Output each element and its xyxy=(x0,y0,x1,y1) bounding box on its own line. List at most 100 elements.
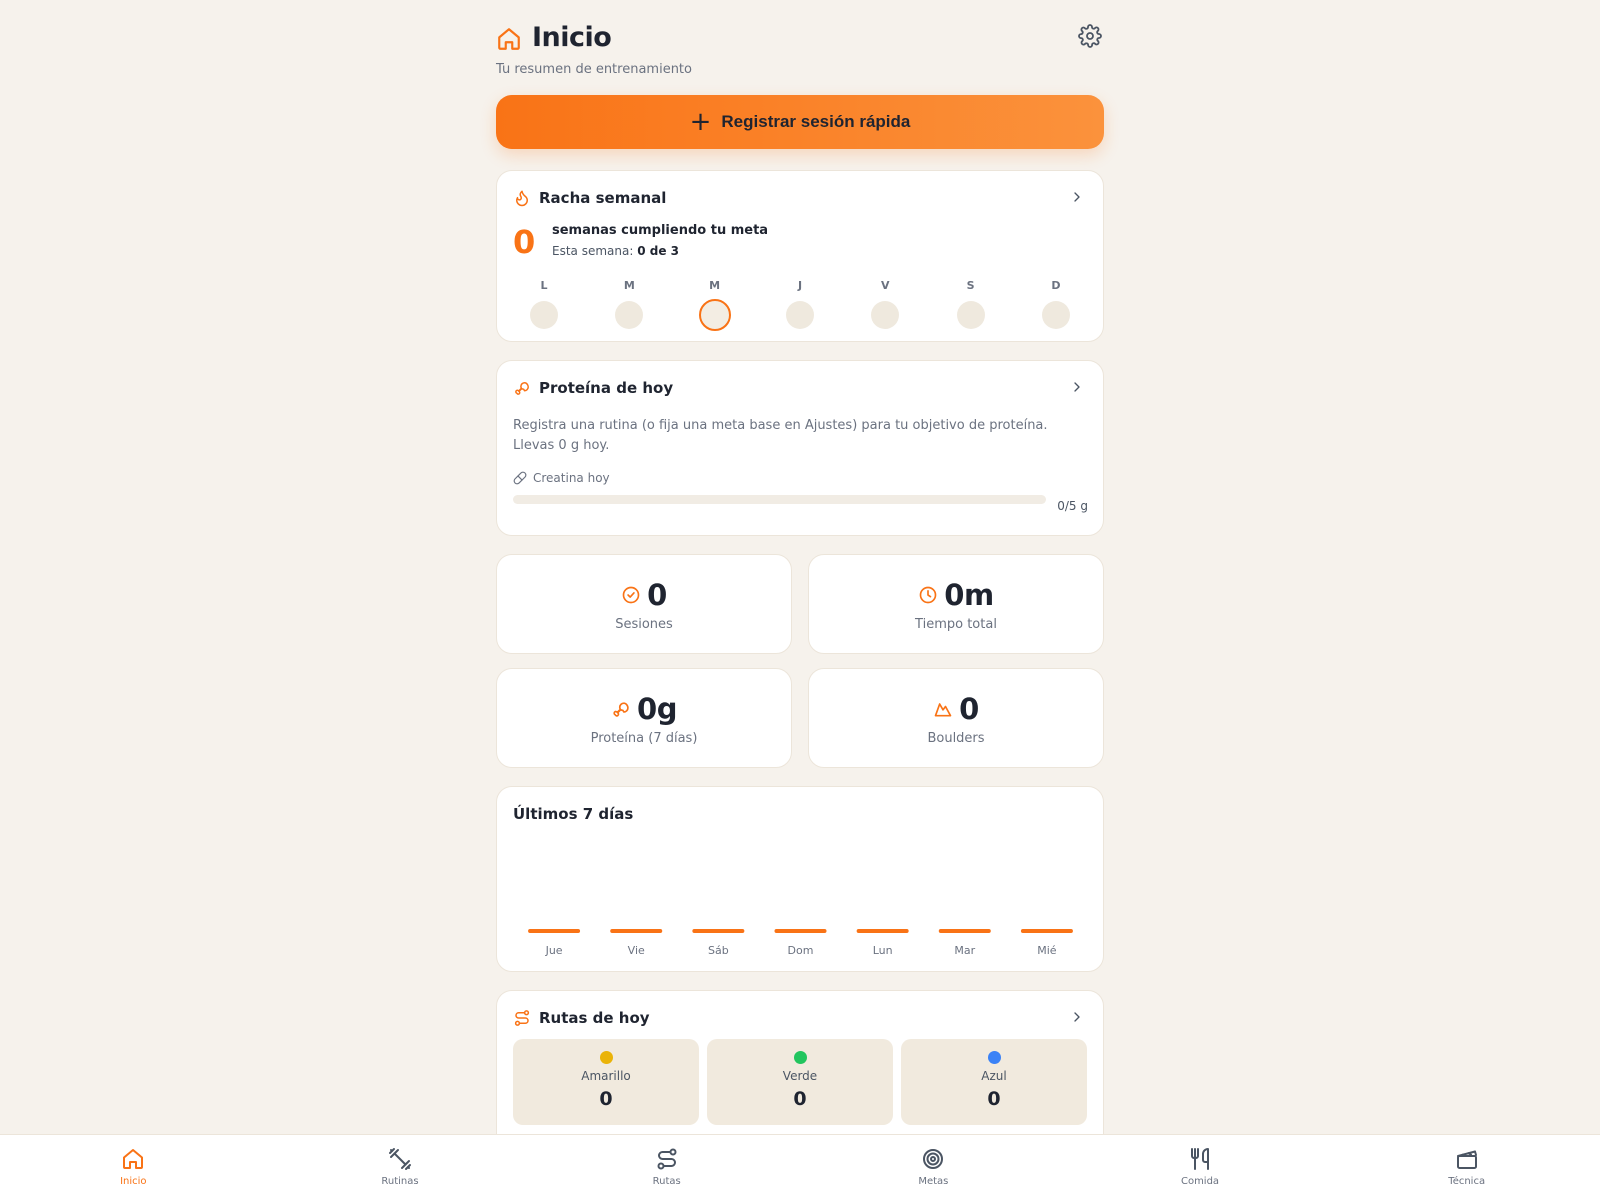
nav-item-rutas[interactable]: Rutas xyxy=(533,1135,800,1200)
clock-icon xyxy=(919,586,937,604)
weekday-3: J xyxy=(783,279,817,331)
route-blue[interactable]: Azul 0 xyxy=(901,1039,1087,1125)
route-count: 0 xyxy=(599,1088,613,1110)
nav-label: Técnica xyxy=(1448,1176,1486,1187)
boulders-label: Boulders xyxy=(927,731,985,746)
chart-tick-label: Jue xyxy=(545,944,563,957)
weekday-circle xyxy=(530,301,558,329)
streak-title: Racha semanal xyxy=(513,189,666,207)
streak-count: 0 xyxy=(513,223,536,261)
streak-week-value: 0 de 3 xyxy=(637,244,680,258)
route-name: Azul xyxy=(981,1069,1007,1083)
weekly-streak-card[interactable]: Racha semanal 0 semanas cumpliendo tu me… xyxy=(496,170,1104,342)
creatine-value: 0/5 g xyxy=(1057,499,1088,513)
page-header: Inicio Tu resumen de entrenamiento xyxy=(496,0,1104,90)
chevron-right-icon[interactable] xyxy=(1069,1009,1085,1025)
weekday-label: M xyxy=(709,279,721,292)
sessions-label: Sesiones xyxy=(615,617,673,632)
protein-description: Registra una rutina (o fija una meta bas… xyxy=(513,418,1048,453)
nav-item-metas[interactable]: Metas xyxy=(800,1135,1067,1200)
nav-label: Comida xyxy=(1180,1176,1220,1187)
nav-item-rutinas[interactable]: Rutinas xyxy=(267,1135,534,1200)
weekday-circles: LMMJVSD xyxy=(513,279,1087,331)
flame-icon xyxy=(516,190,528,207)
protein-today-card[interactable]: Proteína de hoy Registra una rutina (o f… xyxy=(496,360,1104,536)
route-count: 0 xyxy=(987,1088,1001,1110)
route-color-dot xyxy=(599,1051,613,1064)
gear-icon[interactable] xyxy=(1078,24,1102,48)
streak-week-progress: Esta semana: 0 de 3 xyxy=(552,244,679,258)
creatine-progress-bar xyxy=(513,495,1046,504)
protein-stat-card: 0g Proteína (7 días) xyxy=(496,668,792,768)
check-circle-icon xyxy=(622,586,640,604)
pill-icon xyxy=(513,471,527,485)
total-time-stat-card: 0m Tiempo total xyxy=(808,554,1104,654)
protein-week-value: 0g xyxy=(637,692,677,726)
chart-bar-0 xyxy=(528,929,581,933)
weekday-circle-today xyxy=(698,299,731,331)
last-7-days-card: Últimos 7 días Jue Vie Sáb Dom Lun Mar Mié xyxy=(496,786,1104,972)
routes-today-card[interactable]: Rutas de hoy Amarillo 0 Verde 0 Azul 0 xyxy=(496,990,1104,1150)
nav-item-tecnica[interactable]: Técnica xyxy=(1333,1135,1600,1200)
routes-title-label: Rutas de hoy xyxy=(539,1009,650,1027)
total-time-label: Tiempo total xyxy=(915,617,997,632)
chart-tick-label: Sáb xyxy=(708,944,729,957)
chart-bar-3 xyxy=(774,929,827,933)
protein-title: Proteína de hoy xyxy=(513,379,673,397)
weekday-label: D xyxy=(1051,279,1061,292)
boulders-stat-card: 0 Boulders xyxy=(808,668,1104,768)
chart-title: Últimos 7 días xyxy=(513,805,634,823)
chart-bar-6 xyxy=(1020,929,1073,933)
route-color-dot xyxy=(987,1051,1001,1064)
weekday-1: M xyxy=(612,279,646,331)
weekday-label: S xyxy=(966,279,975,292)
chart-tick-label: Mié xyxy=(1037,944,1057,957)
streak-title-label: Racha semanal xyxy=(539,189,667,207)
chevron-right-icon[interactable] xyxy=(1069,189,1085,205)
nav-label: Inicio xyxy=(120,1176,147,1187)
drumstick-icon xyxy=(515,382,529,395)
creatine-label: Creatina hoy xyxy=(533,471,610,485)
nav-item-comida[interactable]: Comida xyxy=(1067,1135,1334,1200)
nav-label: Metas xyxy=(918,1176,949,1187)
home-page: Inicio Tu resumen de entrenamiento + Reg… xyxy=(496,0,1104,1150)
boulders-value: 0 xyxy=(959,692,979,726)
route-name: Verde xyxy=(782,1069,818,1083)
bottom-navigation: Inicio Rutinas Rutas Metas Comida Técnic… xyxy=(0,1134,1600,1200)
weekday-circle xyxy=(615,301,644,329)
weekday-4: V xyxy=(868,279,902,331)
clapperboard-icon xyxy=(1456,1150,1477,1169)
home-icon xyxy=(123,1149,144,1169)
weekday-circle xyxy=(1041,301,1070,329)
route-icon xyxy=(657,1148,677,1170)
quick-session-label: Registrar sesión rápida xyxy=(721,112,911,131)
drumstick-icon xyxy=(613,702,629,717)
weekday-circle xyxy=(956,301,985,329)
route-color-dot xyxy=(793,1051,807,1064)
chart-tick-label: Vie xyxy=(628,944,645,957)
route-color-list: Amarillo 0 Verde 0 Azul 0 xyxy=(513,1039,1087,1125)
chart-bar-4 xyxy=(856,929,909,933)
nav-label: Rutinas xyxy=(381,1176,419,1187)
weekday-circle xyxy=(785,301,814,329)
total-time-value: 0m xyxy=(944,578,994,612)
weekday-5: S xyxy=(954,279,988,331)
home-icon xyxy=(498,28,520,50)
chevron-right-icon[interactable] xyxy=(1069,379,1085,395)
route-green[interactable]: Verde 0 xyxy=(707,1039,893,1125)
streak-week-prefix: Esta semana: xyxy=(552,244,634,258)
streak-description: semanas cumpliendo tu meta xyxy=(552,223,769,238)
weekday-0: L xyxy=(527,279,561,331)
quick-session-button[interactable]: + Registrar sesión rápida xyxy=(496,95,1104,149)
chart-bar-5 xyxy=(938,929,991,933)
route-icon xyxy=(514,1010,530,1026)
last-7-days-chart: Jue Vie Sáb Dom Lun Mar Mié xyxy=(528,929,1073,957)
route-yellow[interactable]: Amarillo 0 xyxy=(513,1039,699,1125)
dumbbell-icon xyxy=(389,1148,411,1170)
weekday-6: D xyxy=(1039,279,1073,331)
mountain-icon xyxy=(934,703,952,717)
nav-item-inicio[interactable]: Inicio xyxy=(0,1135,267,1200)
page-subtitle: Tu resumen de entrenamiento xyxy=(496,62,692,77)
chart-tick-label: Mar xyxy=(954,944,975,957)
nav-label: Rutas xyxy=(652,1176,681,1187)
